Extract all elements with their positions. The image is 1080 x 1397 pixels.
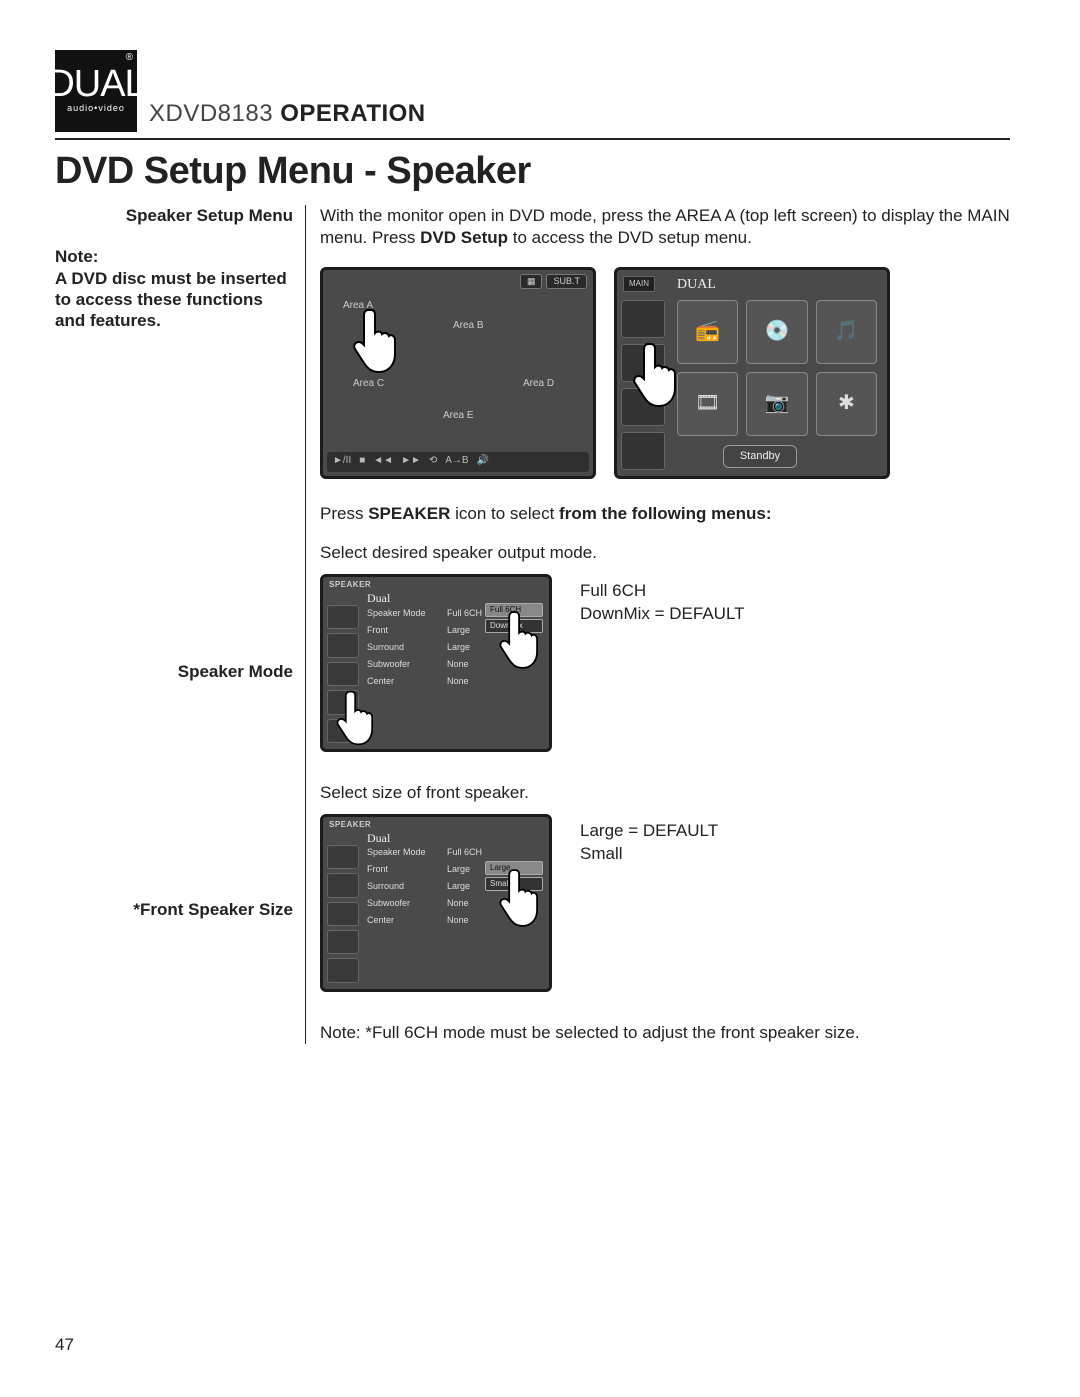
registered-icon: ® — [126, 52, 133, 63]
rewind-icon: ◄◄ — [373, 455, 393, 468]
note-label: Note: — [55, 246, 293, 267]
area-e-label: Area E — [443, 410, 474, 423]
intro-part2: to access the DVD setup menu. — [508, 228, 752, 247]
video-icon: 🎞 — [677, 372, 738, 436]
speaker-mode-desc: Select desired speaker output mode. — [320, 542, 1010, 564]
right-column: With the monitor open in DVD mode, press… — [305, 205, 1010, 1044]
area-c-label: Area C — [353, 378, 384, 391]
row-label: Speaker Mode — [367, 608, 437, 620]
volume-icon: 🔊 — [477, 455, 489, 468]
screenshot-area-a: ▦ SUB.T Area A Area B Area C Area D Area… — [320, 267, 596, 479]
intro-text: With the monitor open in DVD mode, press… — [320, 205, 1010, 249]
page-number: 47 — [55, 1335, 74, 1355]
row-value: None — [447, 659, 493, 671]
pointer-hand-icon — [351, 306, 401, 376]
screenshot-speaker-mode: SPEAKER Dual Speaker ModeFull 6CH FrontL… — [320, 574, 552, 752]
press-bold2: from the following menus: — [559, 504, 772, 523]
repeat-icon: ⟲ — [429, 455, 437, 468]
page-title: DVD Setup Menu - Speaker — [55, 150, 1010, 193]
radio-icon: 📻 — [677, 300, 738, 364]
front-size-desc: Select size of front speaker. — [320, 782, 1010, 804]
brand-sub: audio•video — [67, 103, 125, 113]
sub-t-pill: SUB.T — [546, 274, 587, 290]
area-b-label: Area B — [453, 320, 484, 333]
speaker-mode-label: Speaker Mode — [55, 661, 293, 682]
camera-icon: 📷 — [746, 372, 807, 436]
press-mid: icon to select — [450, 504, 559, 523]
play-pause-icon: ►/II — [333, 455, 351, 468]
row-value: Large — [447, 642, 493, 654]
row-value: Full 6CH — [447, 847, 493, 859]
main-tag: MAIN — [623, 276, 655, 292]
playback-controls: ►/II ■ ◄◄ ►► ⟲ A→B 🔊 — [327, 452, 589, 472]
row-label: Surround — [367, 642, 437, 654]
stop-icon: ■ — [359, 455, 365, 468]
speaker-title: SPEAKER — [329, 820, 371, 830]
rule — [55, 138, 1010, 140]
front-value-2: Small — [580, 843, 718, 866]
speaker-setup-label: Speaker Setup Menu — [55, 205, 293, 226]
row-label: Subwoofer — [367, 898, 437, 910]
header: ® DUAL audio•video XDVD8183 OPERATION — [55, 50, 1010, 132]
header-title: XDVD8183 OPERATION — [149, 100, 426, 128]
row-label: Front — [367, 625, 437, 637]
screenshot-front-size: SPEAKER Dual Speaker ModeFull 6CH FrontL… — [320, 814, 552, 992]
mode-value-2: DownMix = DEFAULT — [580, 603, 745, 626]
menu-brand: DUAL — [677, 276, 716, 294]
press-line: Press SPEAKER icon to select from the fo… — [320, 503, 1010, 525]
ipod-icon: 🎵 — [816, 300, 877, 364]
note-text: A DVD disc must be inserted to access th… — [55, 268, 293, 332]
pointer-hand-icon — [335, 688, 378, 748]
pointer-hand-icon — [498, 866, 543, 929]
press-bold1: SPEAKER — [368, 504, 450, 523]
row-label: Center — [367, 676, 437, 688]
press-part1: Press — [320, 504, 368, 523]
brand-logo: ® DUAL audio•video — [55, 50, 137, 132]
front-size-label: *Front Speaker Size — [55, 899, 293, 920]
speaker-title: SPEAKER — [329, 580, 371, 590]
row-value: None — [447, 898, 493, 910]
ab-repeat-icon: A→B — [445, 455, 468, 468]
model-number: XDVD8183 — [149, 100, 273, 127]
mode-value-1: Full 6CH — [580, 580, 745, 603]
disc-icon: 💿 — [746, 300, 807, 364]
bluetooth-icon: ✱ — [816, 372, 877, 436]
forward-icon: ►► — [401, 455, 421, 468]
pointer-hand-icon — [498, 609, 543, 672]
area-d-label: Area D — [523, 378, 554, 391]
front-value-1: Large = DEFAULT — [580, 820, 718, 843]
row-value: None — [447, 915, 493, 927]
left-column: Speaker Setup Menu Note: A DVD disc must… — [55, 205, 305, 1044]
footnote: Note: *Full 6CH mode must be selected to… — [320, 1022, 1010, 1044]
row-label: Center — [367, 915, 437, 927]
screenshot-main-menu: MAIN DUAL MAIN 📻 💿 🎵 🎞 📷 ✱ Standby — [614, 267, 890, 479]
row-label: Surround — [367, 881, 437, 893]
row-label: Front — [367, 864, 437, 876]
row-label: Subwoofer — [367, 659, 437, 671]
operation-label: OPERATION — [273, 100, 426, 127]
boxes-icon: ▦ — [520, 274, 543, 290]
intro-bold: DVD Setup — [420, 228, 508, 247]
row-label: Speaker Mode — [367, 847, 437, 859]
pointer-hand-icon — [631, 340, 681, 410]
standby-button: Standby — [723, 445, 797, 467]
brand-name: DUAL — [47, 67, 144, 101]
row-value: None — [447, 676, 493, 688]
